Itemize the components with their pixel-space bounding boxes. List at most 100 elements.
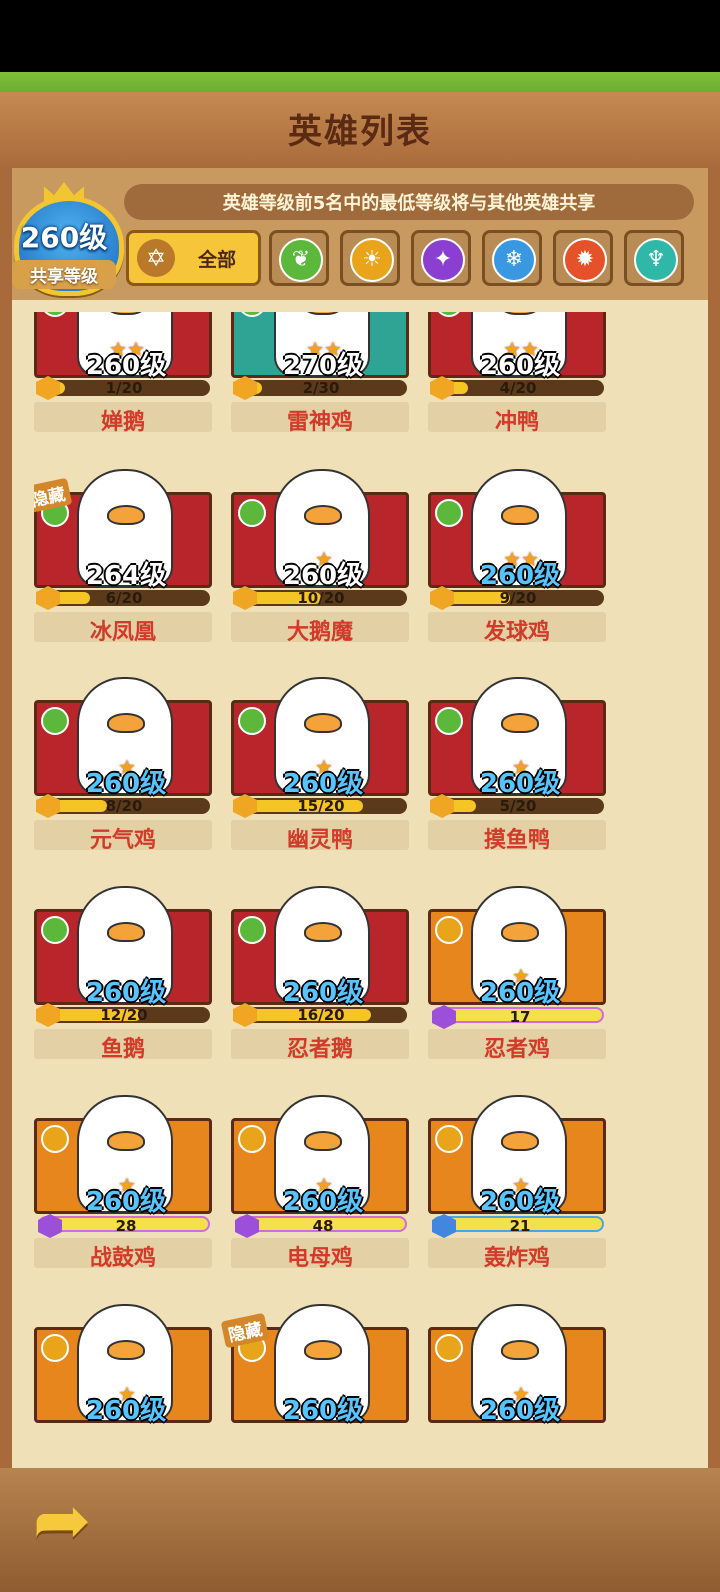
beak-icon <box>107 1131 145 1151</box>
hero-level: 260级 <box>479 561 561 591</box>
shard-progress-bar: 10/20 <box>233 586 407 610</box>
hero-card[interactable]: ★ 260级 15/20 幽灵鸭 <box>231 677 411 870</box>
hero-card[interactable]: 264级 隐藏 6/20 冰凤凰 <box>34 469 214 662</box>
beak-icon <box>501 1131 539 1151</box>
hero-level: 260级 <box>282 769 364 799</box>
hero-name: 战鼓鸡 <box>89 1246 156 1271</box>
shard-progress-text: 5/20 <box>499 797 537 815</box>
hero-card[interactable]: ★★ 260级 1/20 婵鹅 <box>34 312 214 452</box>
filter-sun-button[interactable]: ☀ <box>340 230 400 286</box>
element-icon <box>238 1125 266 1153</box>
beak-icon <box>501 312 539 315</box>
hero-card[interactable]: ★ 260级 48 电母鸡 <box>231 1095 411 1288</box>
snowflake-icon: ❄ <box>492 238 536 282</box>
hero-card[interactable]: 260级 16/20 忍者鹅 <box>231 886 411 1079</box>
hero-portrait: ★ 260级 <box>428 886 606 1008</box>
fire-icon: ✹ <box>563 238 607 282</box>
hero-name: 轰炸鸡 <box>483 1246 550 1271</box>
filter-all-button[interactable]: ✡ 全部 <box>126 230 261 286</box>
hero-name: 冲鸭 <box>494 410 539 435</box>
shard-progress-text: 21 <box>509 1217 531 1235</box>
hero-card[interactable]: ★ 260级 <box>428 1304 608 1450</box>
hero-card[interactable]: 260级 12/20 鱼鹅 <box>34 886 214 1079</box>
hero-level: 260级 <box>85 1396 167 1426</box>
element-filter-bar: ✡ 全部 ❦ ☀ ✦ ❄ ✹ ♆ <box>126 230 696 290</box>
wind-icon: ♆ <box>634 238 678 282</box>
hero-level: 264级 <box>85 561 167 591</box>
element-icon <box>238 312 266 317</box>
element-icon <box>41 916 69 944</box>
element-icon <box>41 1125 69 1153</box>
beak-icon <box>304 505 342 525</box>
hero-portrait: 260级 <box>231 886 409 1008</box>
hero-card[interactable]: ★★ 260级 4/20 冲鸭 <box>428 312 608 452</box>
shard-progress-bar: 1/20 <box>36 376 210 400</box>
hero-card[interactable]: ★ 260级 28 战鼓鸡 <box>34 1095 214 1288</box>
hero-name: 鱼鹅 <box>100 1037 145 1062</box>
back-arrow-icon[interactable]: ➦ <box>14 1485 110 1555</box>
shard-progress-text: 4/20 <box>499 379 537 397</box>
shard-progress-text: 8/20 <box>105 797 143 815</box>
hero-portrait: 260级 <box>34 886 212 1008</box>
filter-snowflake-button[interactable]: ❄ <box>482 230 542 286</box>
status-bar <box>0 0 720 72</box>
shard-progress-text: 1/20 <box>105 379 143 397</box>
beak-icon <box>501 713 539 733</box>
hero-card[interactable]: ★ 260级 <box>34 1304 214 1450</box>
shard-progress-text: 10/20 <box>297 589 345 607</box>
shard-progress-bar: 4/20 <box>430 376 604 400</box>
hero-name: 雷神鸡 <box>286 410 353 435</box>
hero-level: 260级 <box>282 561 364 591</box>
filter-fire-button[interactable]: ✹ <box>553 230 613 286</box>
shared-level-value: 260级 <box>20 221 108 254</box>
hero-name: 发球鸡 <box>483 620 550 645</box>
hero-level: 260级 <box>282 1187 364 1217</box>
hero-level: 270级 <box>282 351 364 381</box>
hero-level: 260级 <box>85 978 167 1008</box>
hero-name: 大鹅魔 <box>286 620 353 645</box>
hero-card[interactable]: ★★ 270级 2/30 雷神鸡 <box>231 312 411 452</box>
filter-leaf-button[interactable]: ❦ <box>269 230 329 286</box>
element-icon <box>238 707 266 735</box>
hero-level: 260级 <box>282 1396 364 1426</box>
filter-wind-button[interactable]: ♆ <box>624 230 684 286</box>
hero-card[interactable]: 260级 隐藏 <box>220 1304 411 1450</box>
hero-grid: ★★ 260级 1/20 婵鹅 ★★ 270级 2/30 雷神鸡 ★★ 260级 4/20 冲鸭 264… <box>34 312 688 1450</box>
hero-portrait: ★ 260级 <box>34 1304 212 1426</box>
hero-portrait: ★ 260级 <box>231 677 409 799</box>
hero-name: 电母鸡 <box>286 1246 353 1271</box>
hero-portrait: ★ 260级 <box>34 677 212 799</box>
hero-name: 婵鹅 <box>100 410 145 435</box>
hero-card[interactable]: ★ 260级 21 轰炸鸡 <box>428 1095 608 1288</box>
hero-card[interactable]: ★ 260级 17 忍者鸡 <box>428 886 608 1079</box>
shard-progress-text: 12/20 <box>100 1006 148 1024</box>
shared-level-label: 共享等级 <box>12 260 116 289</box>
hero-name: 摸鱼鸭 <box>483 828 550 853</box>
hero-name: 忍者鹅 <box>286 1037 353 1062</box>
element-icon <box>238 499 266 527</box>
shard-progress-bar: 6/20 <box>36 586 210 610</box>
hero-name: 幽灵鸭 <box>286 828 353 853</box>
beak-icon <box>107 922 145 942</box>
element-icon <box>435 916 463 944</box>
hero-card[interactable]: ★ 260级 10/20 大鹅魔 <box>231 469 411 662</box>
element-icon <box>41 707 69 735</box>
shard-progress-text: 16/20 <box>297 1006 345 1024</box>
filter-shadow-button[interactable]: ✦ <box>411 230 471 286</box>
beak-icon <box>304 713 342 733</box>
beak-icon <box>107 505 145 525</box>
hero-card[interactable]: ★ 260级 8/20 元气鸡 <box>34 677 214 870</box>
hero-name: 忍者鸡 <box>483 1037 550 1062</box>
hero-level: 260级 <box>479 978 561 1008</box>
shard-progress-bar: 12/20 <box>36 1003 210 1027</box>
element-icon <box>435 312 463 317</box>
hero-card[interactable]: ★ 260级 5/20 摸鱼鸭 <box>428 677 608 870</box>
shard-progress-bar: 2/30 <box>233 376 407 400</box>
info-text: 英雄等级前5名中的最低等级将与其他英雄共享 <box>222 193 596 214</box>
shadow-icon: ✦ <box>421 238 465 282</box>
hero-level: 260级 <box>85 1187 167 1217</box>
beak-icon <box>304 312 342 315</box>
element-icon <box>435 707 463 735</box>
hero-card[interactable]: ★★ 260级 9/20 发球鸡 <box>428 469 608 662</box>
hero-level: 260级 <box>85 769 167 799</box>
